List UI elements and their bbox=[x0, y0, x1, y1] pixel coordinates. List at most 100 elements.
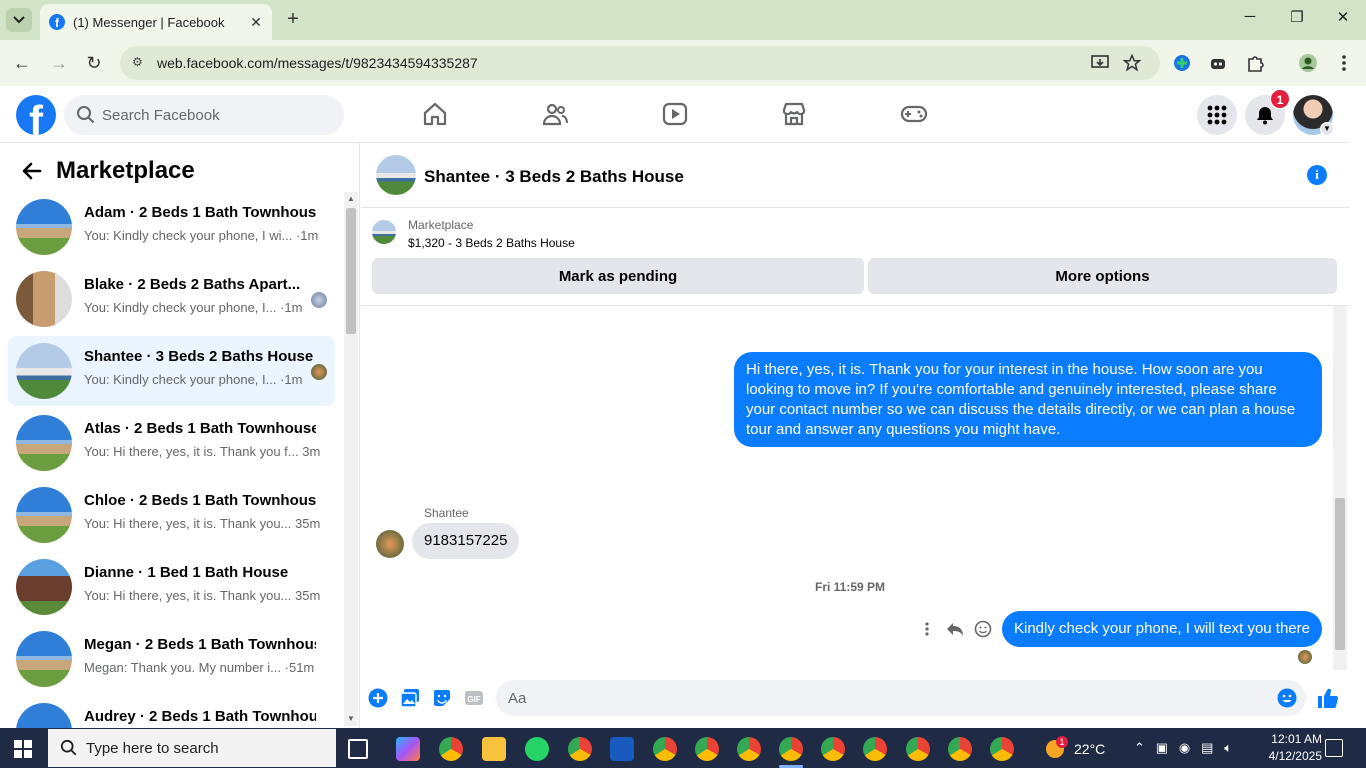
whatsapp-icon[interactable] bbox=[525, 737, 549, 761]
back-arrow-icon[interactable]: ← bbox=[11, 52, 33, 74]
chrome-profile-icon[interactable] bbox=[821, 737, 845, 761]
site-info-icon[interactable]: ⚙ bbox=[132, 55, 148, 71]
conversation-preview: You: Hi there, yes, it is. Thank you... … bbox=[84, 516, 321, 531]
camera-icon[interactable]: ◉ bbox=[1179, 740, 1190, 755]
gif-icon[interactable]: GIF bbox=[464, 688, 484, 708]
conversation-item-blake[interactable]: Blake · 2 Beds 2 Baths Apart... You: Kin… bbox=[8, 264, 335, 334]
sidebar-scroll-thumb[interactable] bbox=[346, 208, 356, 334]
network-icon[interactable]: ▤ bbox=[1201, 740, 1213, 755]
conversation-item-adam[interactable]: Adam · 2 Beds 1 Bath Townhouse You: Kind… bbox=[8, 192, 335, 262]
sender-avatar[interactable] bbox=[376, 530, 404, 558]
robot-extension-icon[interactable] bbox=[1208, 53, 1228, 73]
notification-center-icon[interactable] bbox=[1325, 739, 1343, 757]
more-options-button[interactable]: More options bbox=[868, 258, 1337, 294]
display-icon[interactable]: ▣ bbox=[1156, 740, 1168, 755]
sidebar-scrollbar[interactable]: ▲ ▼ bbox=[344, 192, 358, 726]
bookmark-star-icon[interactable] bbox=[1122, 53, 1142, 73]
chrome-profile-icon-active[interactable] bbox=[779, 737, 803, 761]
chrome-profile-icon[interactable] bbox=[990, 737, 1014, 761]
tab-search-button[interactable] bbox=[6, 8, 32, 32]
chrome-profile-icon[interactable] bbox=[948, 737, 972, 761]
restore-window-icon[interactable]: ❐ bbox=[1283, 8, 1311, 32]
marketplace-icon[interactable] bbox=[780, 100, 808, 128]
install-app-icon[interactable] bbox=[1090, 53, 1110, 73]
new-tab-button[interactable]: + bbox=[282, 8, 304, 30]
close-window-icon[interactable]: ✕ bbox=[1329, 8, 1357, 32]
volume-icon[interactable]: 🔈︎ bbox=[1224, 740, 1232, 755]
thumbs-up-icon[interactable] bbox=[1316, 686, 1340, 710]
extension-plus-icon[interactable] bbox=[1172, 53, 1192, 73]
chrome-profile-icon[interactable] bbox=[653, 737, 677, 761]
attach-photo-icon[interactable] bbox=[400, 688, 420, 708]
react-emoji-icon[interactable] bbox=[974, 620, 992, 638]
more-actions-icon[interactable] bbox=[918, 620, 936, 638]
browser-menu-icon[interactable] bbox=[1334, 53, 1354, 73]
emoji-icon[interactable] bbox=[1277, 688, 1297, 708]
conversation-item-dianne[interactable]: Dianne · 1 Bed 1 Bath House You: Hi ther… bbox=[8, 552, 335, 622]
listing-source: Marketplace bbox=[408, 218, 474, 232]
listing-thumbnail[interactable] bbox=[372, 220, 396, 244]
temperature: 22°C bbox=[1074, 741, 1106, 757]
chat-title[interactable]: Shantee · 3 Beds 2 Baths House bbox=[424, 167, 684, 187]
address-bar[interactable]: ⚙ web.facebook.com/messages/t/9823434594… bbox=[120, 46, 1160, 80]
extensions-puzzle-icon[interactable] bbox=[1245, 53, 1265, 73]
facebook-logo-icon[interactable]: f bbox=[16, 95, 56, 135]
clock-date: 4/12/2025 bbox=[1268, 749, 1322, 763]
friends-icon[interactable] bbox=[541, 100, 569, 128]
message-input[interactable] bbox=[496, 680, 1306, 716]
add-plus-icon[interactable] bbox=[368, 688, 388, 708]
chevron-up-icon[interactable]: ⌃ bbox=[1134, 740, 1145, 755]
mark-as-pending-button[interactable]: Mark as pending bbox=[372, 258, 864, 294]
listing-thumbnail bbox=[16, 559, 72, 615]
conversation-item-audrey[interactable]: Audrey · 2 Beds 1 Bath Townhou... bbox=[8, 696, 335, 728]
taskbar-clock[interactable]: 12:01 AM 4/12/2025 bbox=[1256, 731, 1322, 765]
conversation-item-atlas[interactable]: Atlas · 2 Beds 1 Bath Townhouse You: Hi … bbox=[8, 408, 335, 478]
gaming-icon[interactable] bbox=[900, 100, 928, 128]
menu-grid-button[interactable] bbox=[1197, 95, 1237, 135]
file-explorer-icon[interactable] bbox=[482, 737, 506, 761]
chrome-profile-icon[interactable] bbox=[863, 737, 887, 761]
task-view-icon[interactable] bbox=[348, 739, 368, 759]
video-icon[interactable] bbox=[661, 100, 689, 128]
browser-tab-messenger[interactable]: f (1) Messenger | Facebook ✕ bbox=[40, 4, 272, 40]
info-icon[interactable]: i bbox=[1307, 165, 1327, 185]
word-icon[interactable] bbox=[610, 737, 634, 761]
conversation-item-chloe[interactable]: Chloe · 2 Beds 1 Bath Townhouse You: Hi … bbox=[8, 480, 335, 550]
reply-icon[interactable] bbox=[946, 620, 964, 638]
account-chevron-icon[interactable]: ▼ bbox=[1320, 122, 1334, 136]
chat-scroll-thumb[interactable] bbox=[1335, 498, 1345, 650]
home-icon[interactable] bbox=[421, 100, 449, 128]
listing-title[interactable]: $1,320 - 3 Beds 2 Baths House bbox=[408, 236, 575, 250]
close-tab-icon[interactable]: ✕ bbox=[246, 14, 266, 31]
conversation-item-megan[interactable]: Megan · 2 Beds 1 Bath Townhouse Megan: T… bbox=[8, 624, 335, 694]
conversation-preview: You: Kindly check your phone, I... ·1m bbox=[84, 300, 303, 315]
chat-avatar[interactable] bbox=[376, 155, 416, 195]
taskbar-search-box[interactable]: Type here to search bbox=[48, 729, 336, 767]
minimize-window-icon[interactable]: ─ bbox=[1236, 8, 1264, 32]
copilot-icon[interactable] bbox=[396, 737, 420, 761]
sticker-icon[interactable] bbox=[432, 688, 452, 708]
system-tray-icons[interactable]: ⌃ ▣ ◉ ▤ 🔈︎ bbox=[1134, 740, 1232, 756]
reload-icon[interactable]: ↻ bbox=[83, 52, 105, 74]
forward-arrow-icon[interactable]: → bbox=[48, 52, 70, 74]
incoming-message-bubble[interactable]: 9183157225 bbox=[412, 523, 520, 559]
seen-avatar bbox=[311, 292, 327, 308]
browser-profile-icon[interactable] bbox=[1298, 53, 1318, 73]
page-scrollbar[interactable] bbox=[1350, 86, 1366, 728]
search-facebook-input[interactable]: Search Facebook bbox=[64, 95, 344, 135]
outgoing-message-bubble[interactable]: Hi there, yes, it is. Thank you for your… bbox=[734, 352, 1322, 447]
chrome-profile-icon[interactable] bbox=[695, 737, 719, 761]
windows-start-icon[interactable] bbox=[14, 740, 32, 758]
conversation-item-shantee[interactable]: Shantee · 3 Beds 2 Baths House You: Kind… bbox=[8, 336, 335, 406]
chrome-profile-icon[interactable] bbox=[906, 737, 930, 761]
url-text[interactable]: web.facebook.com/messages/t/982343459433… bbox=[157, 55, 478, 71]
chat-scrollbar[interactable] bbox=[1333, 306, 1347, 670]
weather-widget[interactable]: 1 22°C bbox=[1046, 736, 1116, 761]
outgoing-message-bubble[interactable]: Kindly check your phone, I will text you… bbox=[1002, 611, 1322, 647]
back-arrow-icon[interactable] bbox=[20, 159, 44, 183]
chrome-profile-icon[interactable] bbox=[568, 737, 592, 761]
taskbar-search-placeholder: Type here to search bbox=[86, 739, 219, 757]
chevron-down-icon bbox=[13, 16, 25, 24]
chrome-icon[interactable] bbox=[439, 737, 463, 761]
chrome-profile-icon[interactable] bbox=[737, 737, 761, 761]
